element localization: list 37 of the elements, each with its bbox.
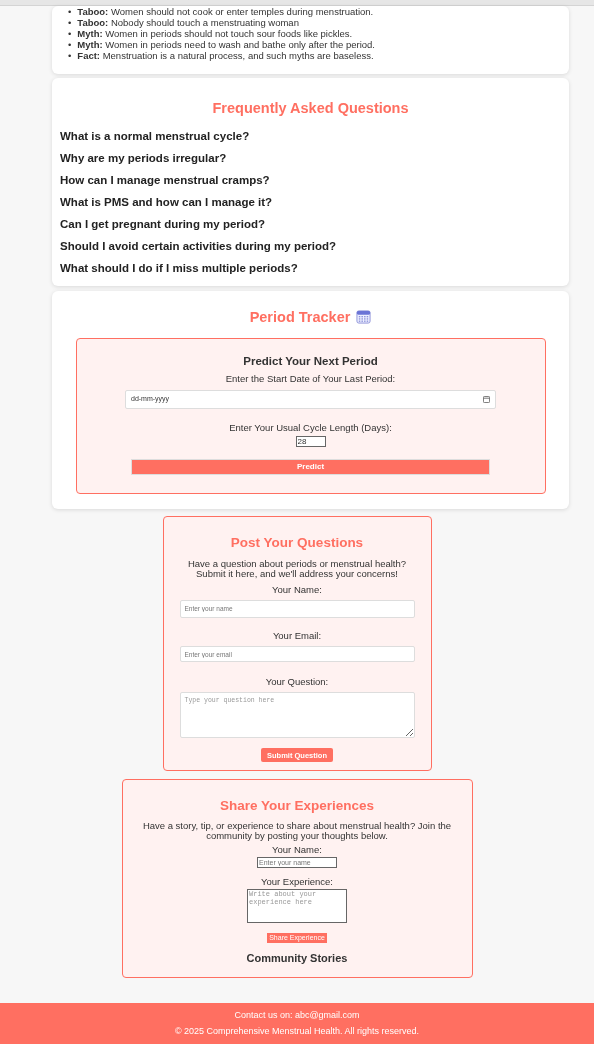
intro-text: Have a story, tip, or experience to share about menstrual health? Join the community by posting your thoughts below.	[141, 820, 453, 842]
faq-question[interactable]: What is PMS and how can I manage it?	[60, 194, 561, 210]
myth-item: Fact: Menstruation is a natural process, and such myths are baseless.	[77, 50, 374, 61]
field-label: Your Email:	[272, 628, 322, 643]
calendar-icon	[356, 308, 372, 324]
faq-question[interactable]: How can I manage menstrual cramps?	[60, 172, 561, 188]
section-heading: Share Your Experiences	[219, 797, 375, 816]
field-label: Enter the Start Date of Your Last Period:	[225, 371, 396, 386]
field-label: Enter Your Usual Cycle Length (Days):	[229, 421, 392, 435]
field-label: Your Name:	[272, 842, 322, 857]
cycle-length-field[interactable]: 28	[295, 436, 326, 448]
bullet-marker: •	[68, 28, 72, 39]
bullet-marker: •	[68, 50, 72, 61]
myth-item: Myth: Women in periods should not touch sour foods like pickles.	[77, 28, 353, 39]
faq-question[interactable]: Why are my periods irregular?	[60, 150, 561, 166]
stories-heading: Community Stories	[246, 951, 348, 966]
myth-item: Taboo: Nobody should touch a menstruating woman	[77, 17, 299, 28]
faq-question[interactable]: What is a normal menstrual cycle?	[60, 128, 561, 144]
faq-question[interactable]: Should I avoid certain activities during my period?	[60, 238, 561, 254]
section-heading: Frequently Asked Questions	[211, 99, 410, 118]
myth-item: Myth: Women in periods need to wash and bathe only after the period.	[77, 39, 375, 50]
field-label: Your Question:	[265, 675, 329, 689]
contact-text: Contact us on: abc@gmail.com	[234, 1008, 360, 1022]
myth-item: Taboo: Women should not cook or enter temples during menstruation.	[77, 6, 374, 17]
faq-question[interactable]: Can I get pregnant during my period?	[60, 216, 561, 232]
tracker-subtitle: Predict Your Next Period	[243, 353, 378, 369]
calendar-icon[interactable]	[483, 396, 490, 403]
copyright-text: © 2025 Comprehensive Menstrual Health. All rights reserved.	[174, 1025, 420, 1038]
faq-question[interactable]: What should I do if I miss multiple periods?	[60, 260, 561, 276]
bullet-marker: •	[68, 6, 72, 17]
section-heading: Post Your Questions	[230, 534, 364, 553]
intro-text: Have a question about periods or menstrual health? Submit it here, and we'll address your concerns!	[186, 558, 408, 580]
section-heading: Period Tracker	[249, 306, 372, 329]
bullet-marker: •	[68, 17, 72, 28]
bullet-marker: •	[68, 39, 72, 50]
field-label: Your Experience:	[261, 874, 333, 889]
field-label: Your Name:	[272, 582, 322, 597]
